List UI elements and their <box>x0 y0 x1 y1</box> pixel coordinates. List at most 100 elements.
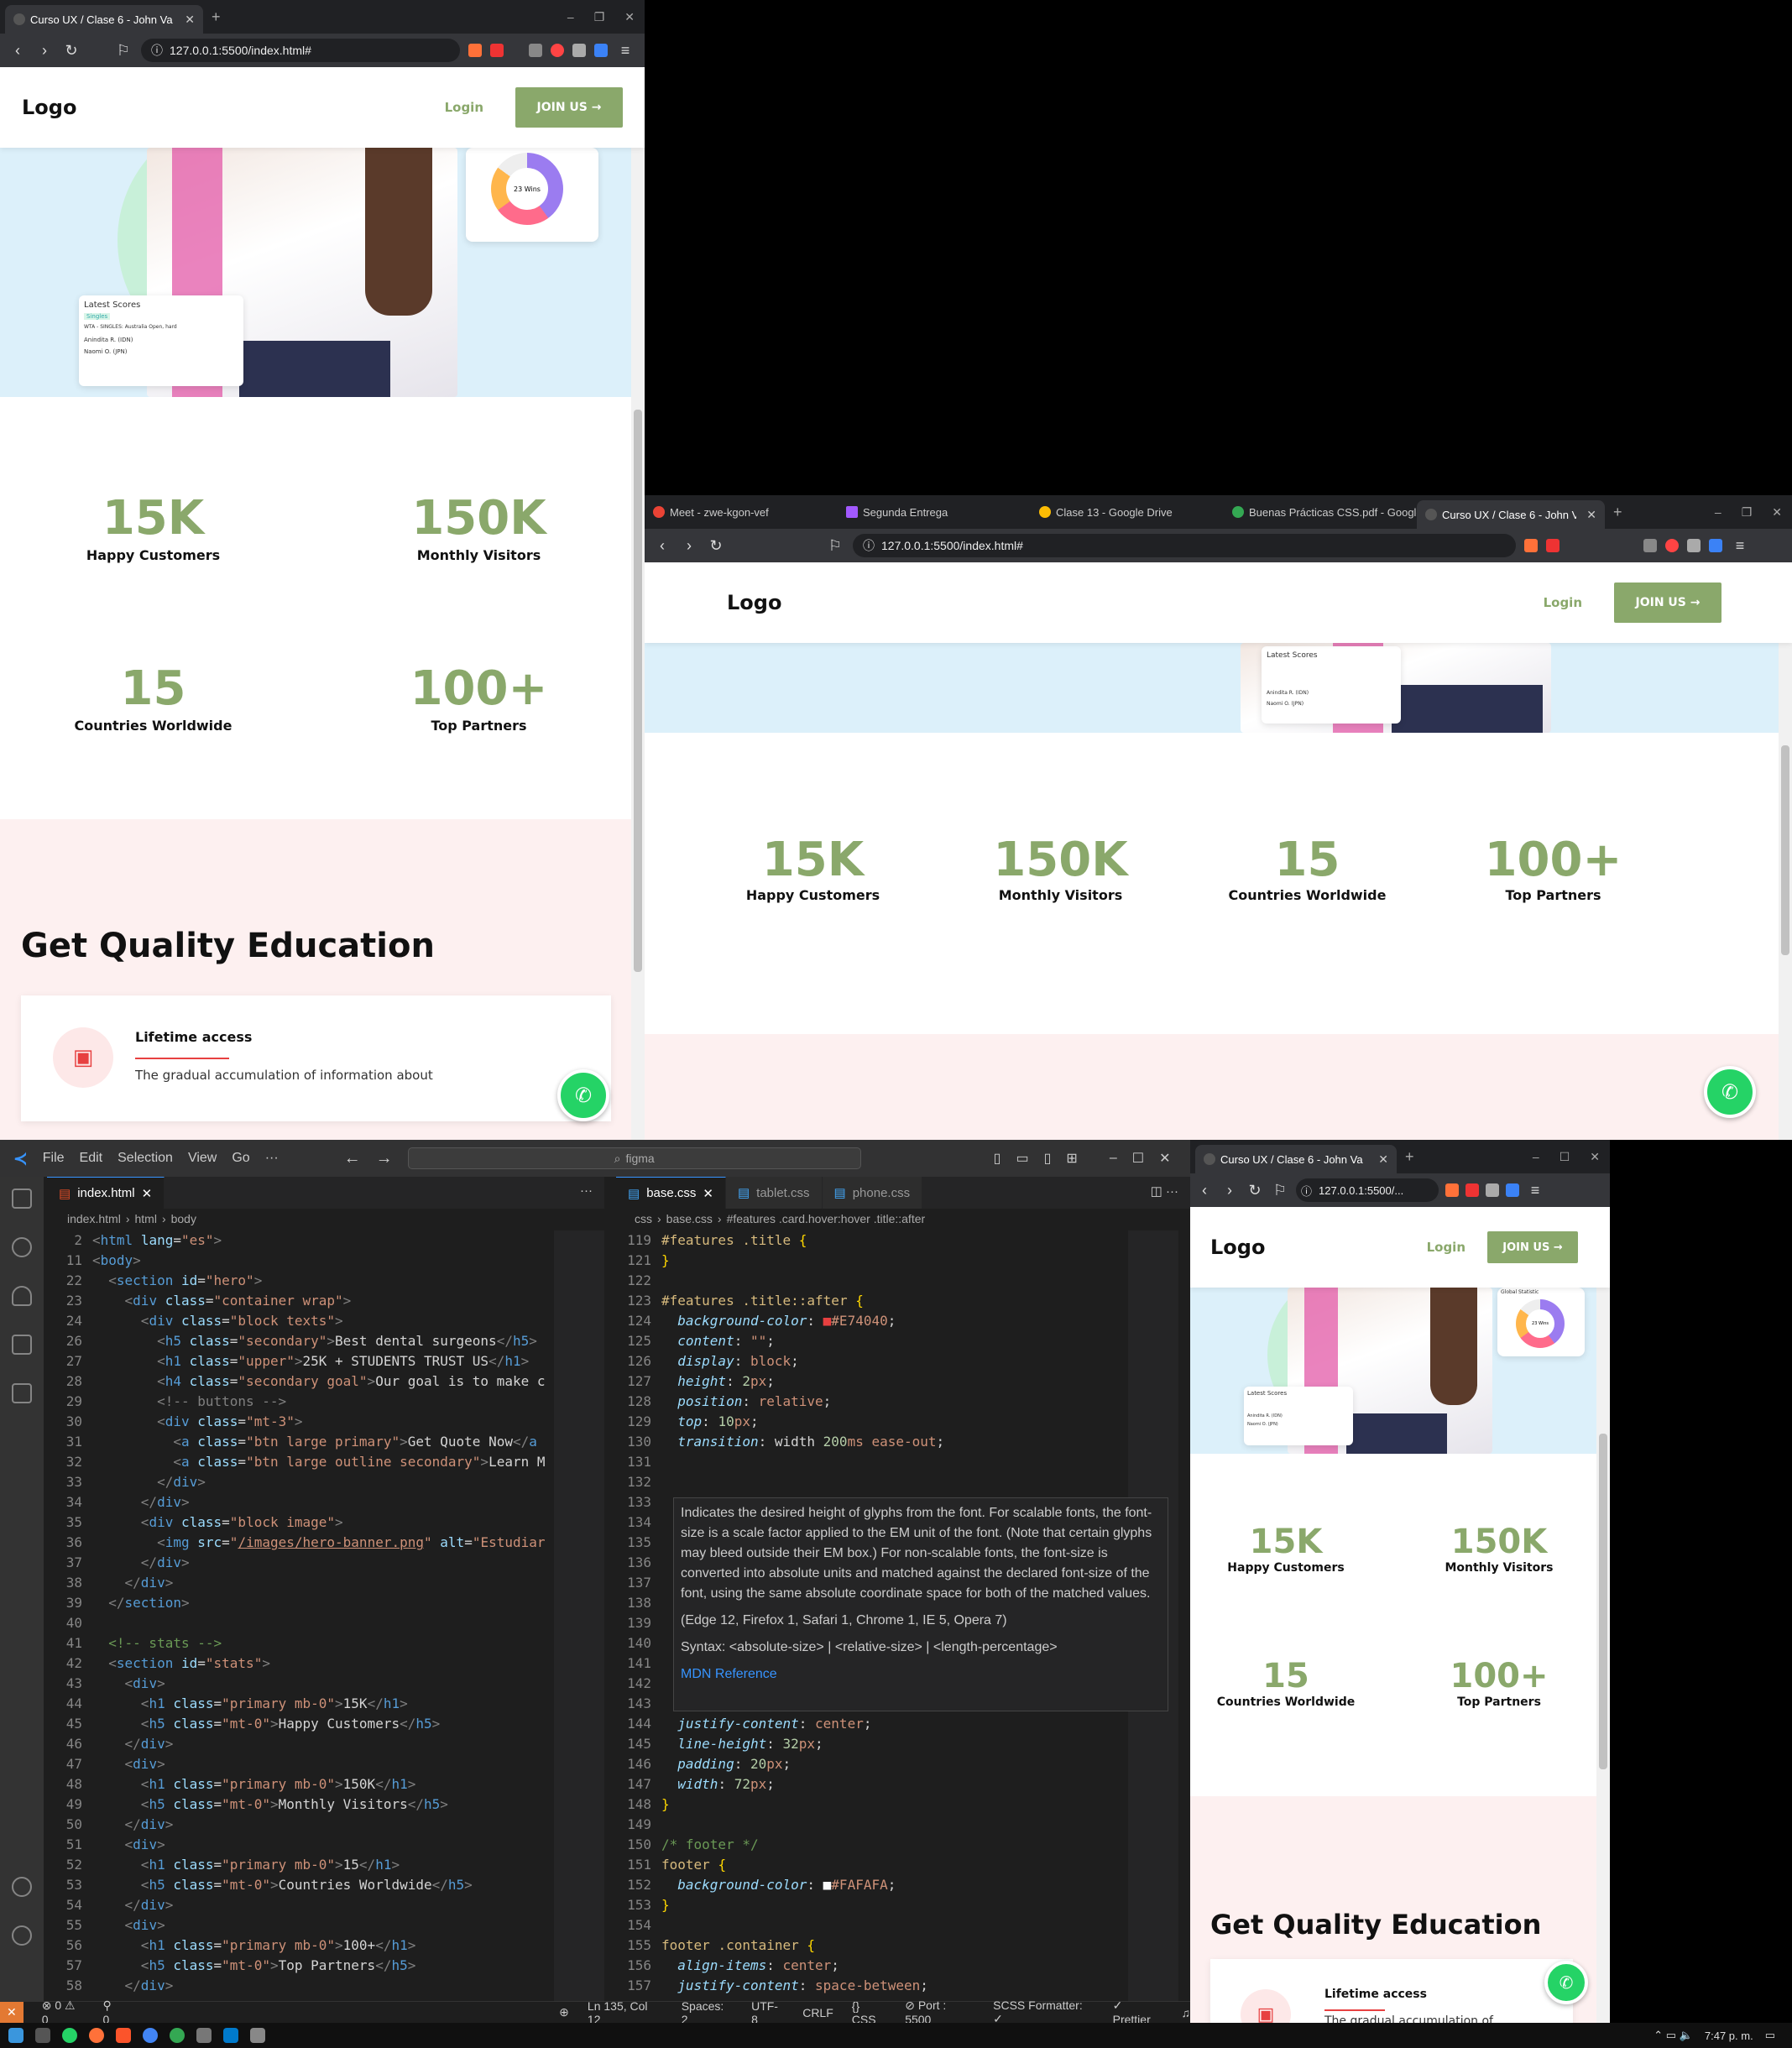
scrollbar-thumb[interactable] <box>1781 745 1789 955</box>
code-line[interactable]: 49 <h5 class="mt-0">Monthly Visitors</h5… <box>47 1795 604 1815</box>
browser-tab[interactable]: Curso UX / Clase 6 - John Valen ✕ <box>1195 1145 1397 1173</box>
more-actions-icon[interactable]: ··· <box>568 1177 604 1209</box>
code-line[interactable]: 154 <box>616 1915 1190 1936</box>
minimize-icon[interactable]: – <box>1110 1151 1117 1166</box>
code-line[interactable]: 156 align-items: center; <box>616 1956 1190 1976</box>
code-line[interactable]: 47 <div> <box>47 1754 604 1774</box>
code-line[interactable]: 123 #features .title::after { <box>616 1291 1190 1311</box>
browser-tab[interactable]: Buenas Prácticas CSS.pdf - Google <box>1224 495 1417 529</box>
whatsapp-icon[interactable]: ✆ <box>1704 1066 1756 1118</box>
minimap[interactable] <box>554 1230 604 2001</box>
code-line[interactable]: 119 #features .title { <box>616 1230 1190 1251</box>
layout-icon[interactable]: ⊞ <box>1066 1150 1077 1167</box>
browser-tab[interactable]: Curso UX / Clase 6 - John Valen ✕ <box>5 5 203 34</box>
code-line[interactable]: 37 </div> <box>47 1553 604 1573</box>
brave-shield-icon[interactable] <box>1445 1183 1459 1197</box>
code-line[interactable]: 132 <box>616 1472 1190 1492</box>
code-line[interactable]: 148} <box>616 1795 1190 1815</box>
menu-icon[interactable]: ≡ <box>1526 1182 1544 1199</box>
join-us-button[interactable]: JOIN US → <box>1614 583 1721 623</box>
code-line[interactable]: 46 </div> <box>47 1734 604 1754</box>
code-line[interactable]: 57 <h5 class="mt-0">Top Partners</h5> <box>47 1956 604 1976</box>
code-line[interactable]: 125 content: ""; <box>616 1331 1190 1351</box>
reload-icon[interactable]: ↻ <box>707 537 725 555</box>
breadcrumb-html[interactable]: html <box>134 1212 156 1225</box>
menu-icon[interactable]: ≡ <box>1731 537 1749 555</box>
code-line[interactable]: 146 padding: 20px; <box>616 1754 1190 1774</box>
code-line[interactable]: 28 <h4 class="secondary goal">Our goal i… <box>47 1371 604 1392</box>
notification-icon[interactable]: ▭ <box>1765 2029 1775 2042</box>
firefox-icon[interactable] <box>89 2028 104 2043</box>
bookmark-icon[interactable]: ⚐ <box>1271 1182 1289 1199</box>
code-line[interactable]: 144 justify-content: center; <box>616 1714 1190 1734</box>
forward-arrow-icon[interactable]: → <box>376 1149 393 1168</box>
maximize-icon[interactable]: ☐ <box>1549 1150 1580 1164</box>
toggle-panel-icon[interactable]: ▭ <box>1016 1150 1028 1167</box>
code-line[interactable]: 35 <div class="block image"> <box>47 1512 604 1533</box>
vscode-icon[interactable] <box>223 2028 238 2043</box>
forward-icon[interactable]: › <box>35 42 54 60</box>
bookmark-icon[interactable]: ⚐ <box>114 42 133 60</box>
code-line[interactable]: 34 </div> <box>47 1492 604 1512</box>
extension-icon[interactable] <box>1643 539 1657 552</box>
whatsapp-icon[interactable]: ✆ <box>557 1069 609 1121</box>
address-bar[interactable]: ⓘ 127.0.0.1:5500/index.html# <box>141 39 460 62</box>
code-line[interactable]: 56 <h1 class="primary mb-0">100+</h1> <box>47 1936 604 1956</box>
code-line[interactable]: 30 <div class="mt-3"> <box>47 1412 604 1432</box>
code-line[interactable]: 145 line-height: 32px; <box>616 1734 1190 1754</box>
code-line[interactable]: 33 </div> <box>47 1472 604 1492</box>
code-line[interactable]: 53 <h5 class="mt-0">Countries Worldwide<… <box>47 1875 604 1895</box>
source-control-icon[interactable] <box>12 1286 32 1306</box>
code-line[interactable]: 22 <section id="hero"> <box>47 1271 604 1291</box>
code-line[interactable]: 151 footer { <box>616 1855 1190 1875</box>
code-line[interactable]: 152 background-color: ■#FAFAFA; <box>616 1875 1190 1895</box>
app-icon[interactable] <box>250 2028 265 2043</box>
puzzle-icon[interactable] <box>1687 539 1701 552</box>
whatsapp-icon[interactable] <box>62 2028 77 2043</box>
maximize-icon[interactable]: ❐ <box>1732 505 1763 520</box>
close-window-icon[interactable]: ✕ <box>1762 505 1792 520</box>
brave-rewards-icon[interactable] <box>1465 1183 1479 1197</box>
code-line[interactable]: 32 <a class="btn large outline secondary… <box>47 1452 604 1472</box>
brave-shield-icon[interactable] <box>468 44 482 57</box>
back-arrow-icon[interactable]: ← <box>344 1149 361 1168</box>
back-icon[interactable]: ‹ <box>1195 1182 1214 1199</box>
code-line[interactable]: 124 background-color: ■#E74040; <box>616 1311 1190 1331</box>
browser-tab-active[interactable]: Curso UX / Clase 6 - John Vale ✕ <box>1417 500 1605 529</box>
minimize-icon[interactable]: – <box>557 10 584 24</box>
explorer-icon[interactable] <box>12 1189 32 1209</box>
settings-gear-icon[interactable] <box>12 1925 32 1946</box>
scrollbar[interactable] <box>1596 1207 1610 2023</box>
menu-more[interactable]: ··· <box>265 1151 279 1166</box>
breadcrumb-file[interactable]: base.css <box>666 1212 713 1225</box>
extension-icon[interactable] <box>594 44 608 57</box>
code-line[interactable]: 126 display: block; <box>616 1351 1190 1371</box>
code-line[interactable]: 48 <h1 class="primary mb-0">150K</h1> <box>47 1774 604 1795</box>
breadcrumb-body[interactable]: body <box>171 1212 196 1225</box>
notifications-bell-icon[interactable]: ♫ <box>1182 2006 1191 2019</box>
close-tab-icon[interactable]: ✕ <box>1378 1152 1388 1167</box>
reload-icon[interactable]: ↻ <box>1246 1182 1264 1199</box>
start-icon[interactable] <box>8 2028 24 2043</box>
brave-rewards-icon[interactable] <box>490 44 504 57</box>
account-icon[interactable] <box>12 1877 32 1897</box>
clock[interactable]: 7:47 p. m. <box>1705 2030 1753 2042</box>
brave-icon[interactable] <box>116 2028 131 2043</box>
site-info-icon[interactable]: ⓘ <box>151 42 163 59</box>
code-line[interactable]: 129 top: 10px; <box>616 1412 1190 1432</box>
code-line[interactable]: 44 <h1 class="primary mb-0">15K</h1> <box>47 1694 604 1714</box>
feature-card[interactable]: ▣ Lifetime access The gradual accumulati… <box>21 995 611 1121</box>
join-us-button[interactable]: JOIN US → <box>1487 1231 1578 1263</box>
code-line[interactable]: 52 <h1 class="primary mb-0">15</h1> <box>47 1855 604 1875</box>
scrollbar-thumb[interactable] <box>634 410 642 972</box>
code-line[interactable]: 41 <!-- stats --> <box>47 1633 604 1654</box>
code-line[interactable]: 55 <div> <box>47 1915 604 1936</box>
brave-rewards-icon[interactable] <box>1546 539 1560 552</box>
code-line[interactable]: 24 <div class="block texts"> <box>47 1311 604 1331</box>
address-bar[interactable]: ⓘ 127.0.0.1:5500/index.html# <box>853 534 1516 557</box>
encoding-status[interactable]: UTF-8 <box>751 1999 784 2026</box>
back-icon[interactable]: ‹ <box>8 42 27 60</box>
code-line[interactable]: 127 height: 2px; <box>616 1371 1190 1392</box>
menu-file[interactable]: File <box>43 1151 65 1166</box>
code-line[interactable]: 43 <div> <box>47 1674 604 1694</box>
